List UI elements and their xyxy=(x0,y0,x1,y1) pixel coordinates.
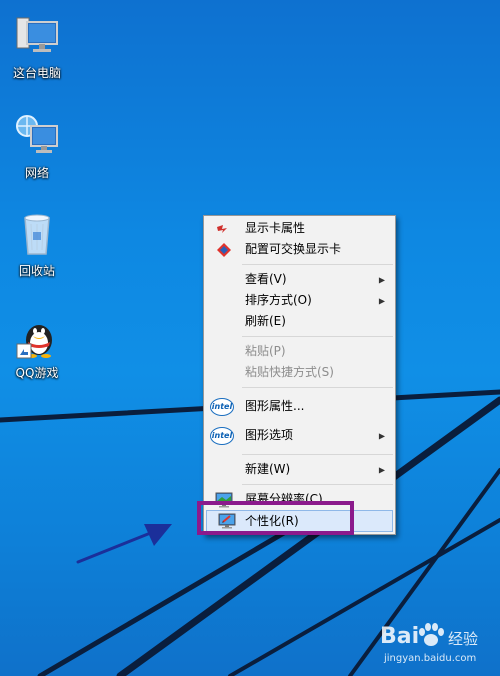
menu-item-label: 粘贴快捷方式(S) xyxy=(245,365,334,379)
computer-icon xyxy=(13,12,61,60)
menu-item-label: 新建(W) xyxy=(245,462,291,476)
network-icon xyxy=(13,112,61,160)
annotation-highlight-box xyxy=(197,501,354,535)
switchable-graphics-icon xyxy=(214,242,234,258)
desktop-icon-label: 这台电脑 xyxy=(12,66,61,80)
menu-item-refresh[interactable]: 刷新(E) xyxy=(204,311,395,332)
desktop-icon-label: 网络 xyxy=(24,166,49,180)
watermark-brand-cn: 经验 xyxy=(448,630,479,648)
watermark-brand: Bai xyxy=(380,624,420,649)
desktop-context-menu: 显示卡属性 配置可交换显示卡 查看(V) ▶ 排序方式(O) ▶ 刷新(E) 粘… xyxy=(203,215,396,535)
menu-item-label: 显示卡属性 xyxy=(245,221,306,235)
desktop-icon-label: 回收站 xyxy=(18,264,55,278)
annotation-arrow-icon xyxy=(76,524,172,564)
menu-item-view[interactable]: 查看(V) ▶ xyxy=(204,269,395,290)
menu-item-label: 查看(V) xyxy=(245,272,287,286)
menu-item-label: 排序方式(O) xyxy=(245,293,312,307)
menu-item-new[interactable]: 新建(W) ▶ xyxy=(204,459,395,480)
desktop-icon-network[interactable]: 网络 xyxy=(0,112,74,181)
menu-item-label: 图形属性... xyxy=(245,399,305,413)
intel-icon: intel xyxy=(210,426,234,445)
intel-icon: intel xyxy=(210,397,234,416)
menu-separator xyxy=(242,484,393,485)
menu-item-sort-by[interactable]: 排序方式(O) ▶ xyxy=(204,290,395,311)
menu-item-label: 配置可交换显示卡 xyxy=(245,242,342,256)
submenu-arrow-icon: ▶ xyxy=(378,296,385,305)
submenu-arrow-icon: ▶ xyxy=(378,465,385,474)
menu-item-paste: 粘贴(P) xyxy=(204,341,395,362)
menu-item-label: 粘贴(P) xyxy=(245,344,286,358)
menu-separator xyxy=(242,387,393,388)
qq-game-icon xyxy=(13,312,61,360)
menu-item-graphics-options[interactable]: intel 图形选项 ▶ xyxy=(204,421,395,450)
watermark-url: jingyan.baidu.com xyxy=(384,653,477,664)
display-card-icon xyxy=(214,221,234,237)
menu-item-paste-shortcut: 粘贴快捷方式(S) xyxy=(204,362,395,383)
submenu-arrow-icon: ▶ xyxy=(378,431,385,440)
menu-item-label: 图形选项 xyxy=(245,428,294,442)
paw-icon xyxy=(419,623,444,646)
desktop-icon-this-pc[interactable]: 这台电脑 xyxy=(0,12,74,81)
baidu-jingyan-watermark: Bai 经验 jingyan.baidu.com xyxy=(370,614,495,670)
menu-separator xyxy=(242,454,393,455)
desktop-icon-recycle-bin[interactable]: 回收站 xyxy=(0,210,74,279)
recycle-bin-icon xyxy=(13,210,61,258)
submenu-arrow-icon: ▶ xyxy=(378,275,385,284)
menu-item-display-card-properties[interactable]: 显示卡属性 xyxy=(204,218,395,239)
desktop-icon-label: QQ游戏 xyxy=(15,366,59,380)
menu-separator xyxy=(242,264,393,265)
menu-separator xyxy=(242,336,393,337)
menu-item-configure-switchable-graphics[interactable]: 配置可交换显示卡 xyxy=(204,239,395,260)
desktop-icon-qq-game[interactable]: QQ游戏 xyxy=(0,312,74,381)
menu-item-label: 刷新(E) xyxy=(245,314,286,328)
menu-item-graphics-properties[interactable]: intel 图形属性... xyxy=(204,392,395,421)
